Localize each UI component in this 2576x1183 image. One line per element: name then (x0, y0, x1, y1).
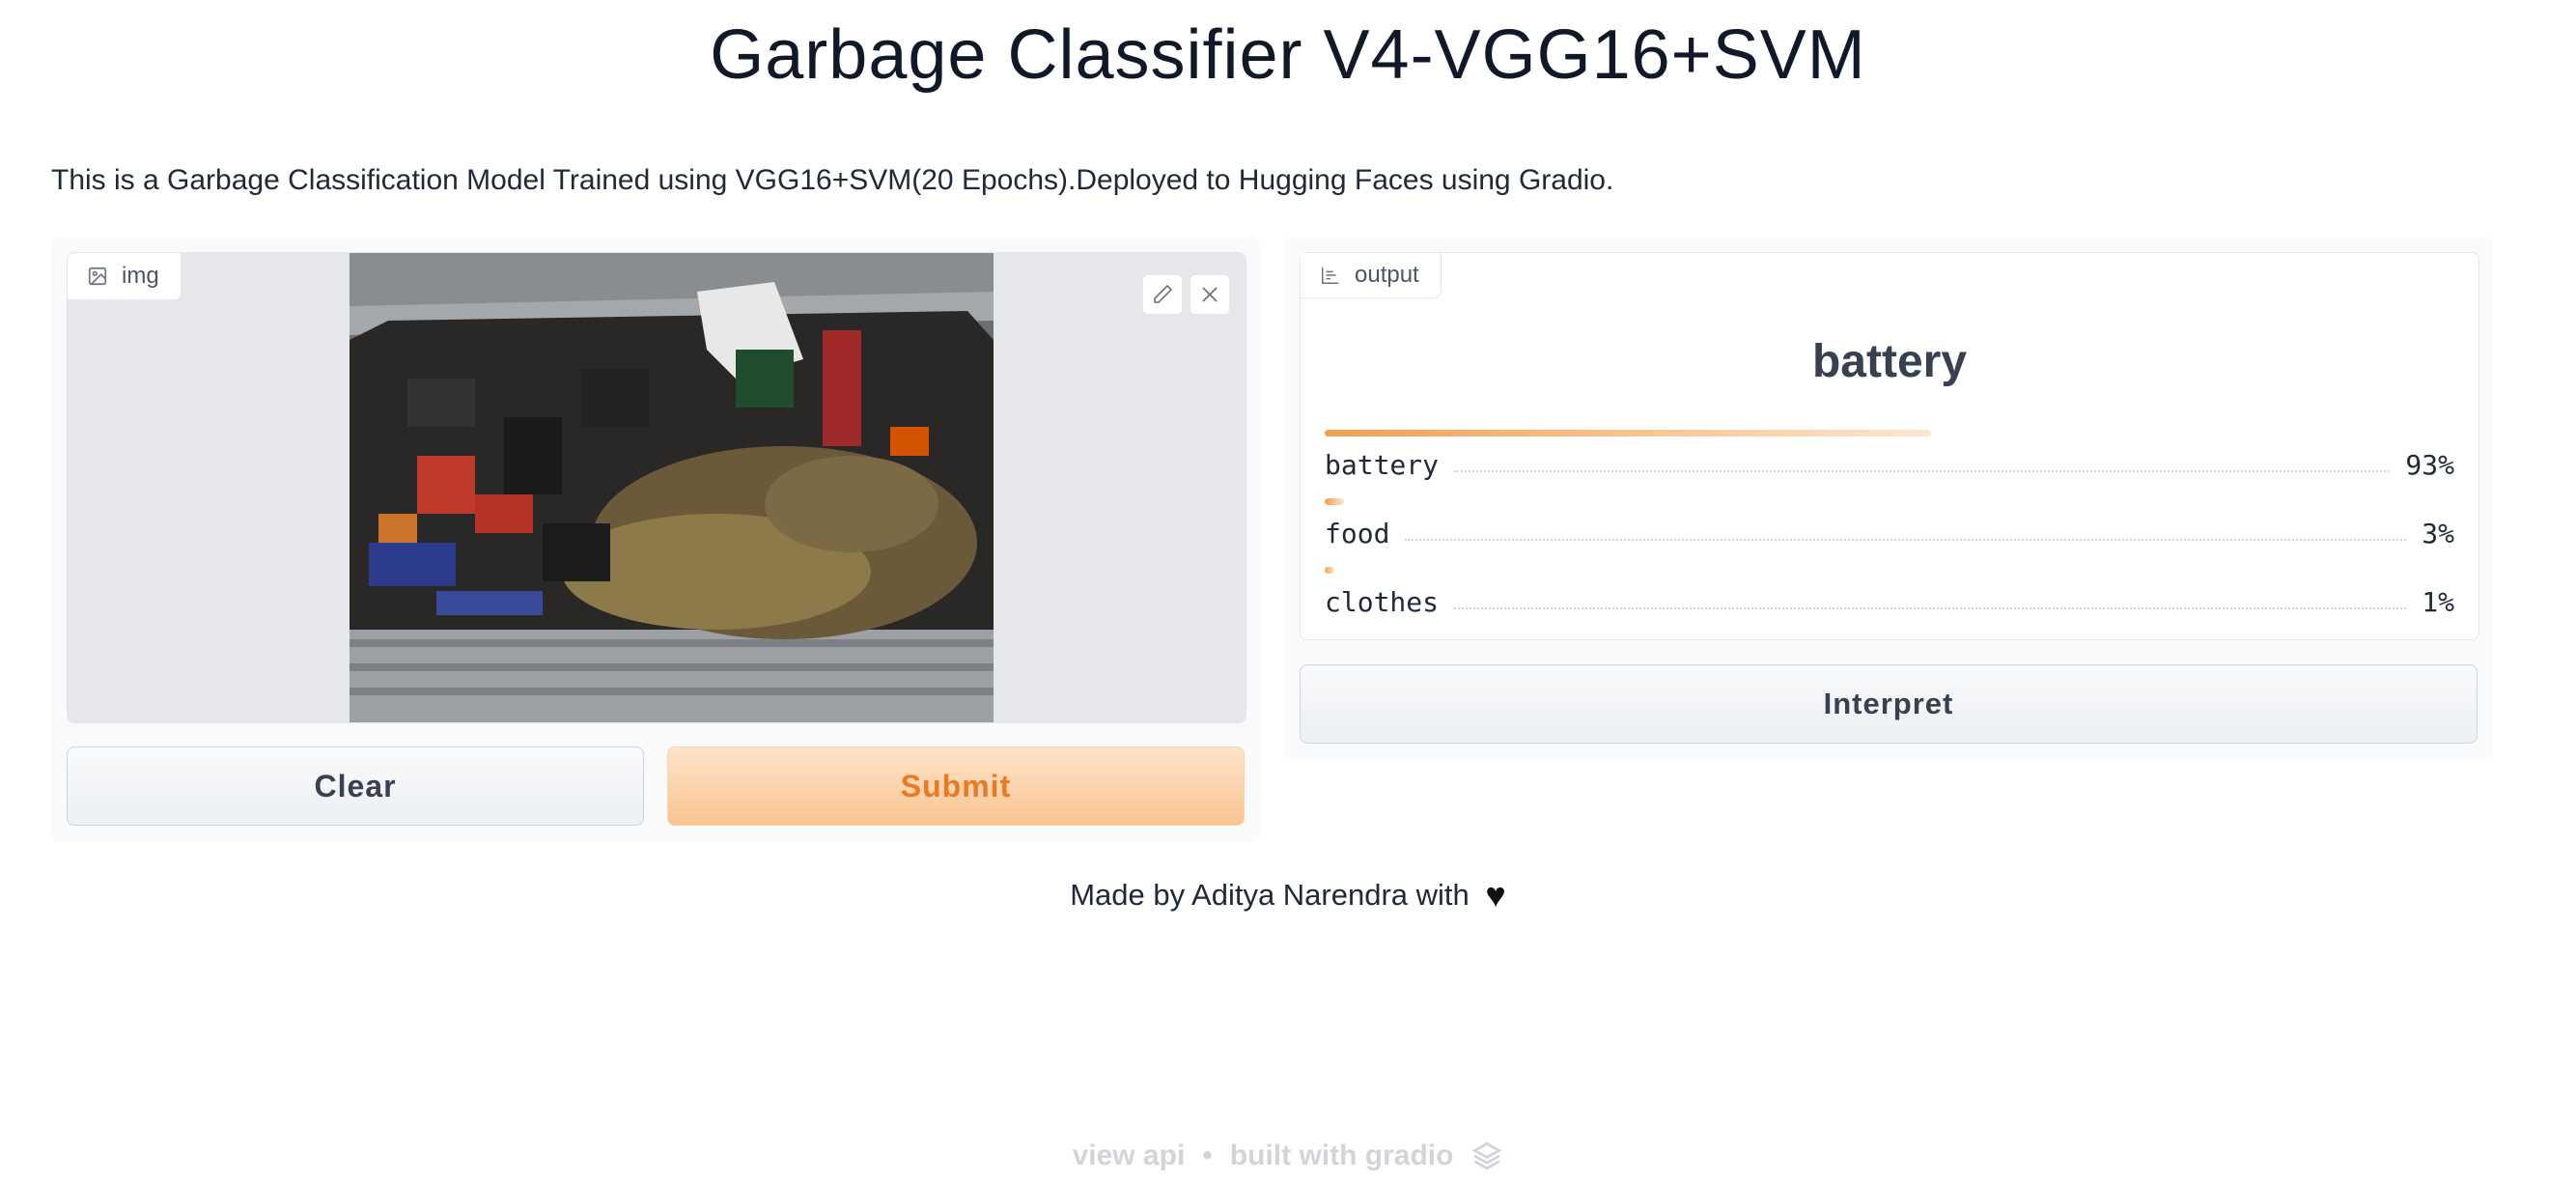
output-label-text: output (1355, 262, 1419, 288)
gradio-footer: view api • built with gradio (0, 1140, 2576, 1172)
output-label: output (1301, 253, 1442, 298)
interpret-button[interactable]: Interpret (1300, 664, 2478, 744)
clear-button[interactable]: Clear (67, 746, 644, 826)
confidence-value: 93% (2405, 448, 2454, 481)
confidence-label: battery (1325, 448, 1440, 481)
view-api-link[interactable]: view api (1073, 1140, 1186, 1172)
confidence-bar (1325, 430, 1931, 437)
image-input[interactable]: img (67, 252, 1246, 723)
pencil-icon (1154, 284, 1173, 303)
gradio-logo-icon (1471, 1141, 1503, 1170)
heart-icon: ♥ (1485, 875, 1506, 915)
edit-image-button[interactable] (1142, 274, 1183, 315)
made-by-text: Made by Aditya Narendra with ♥ (0, 875, 2576, 915)
uploaded-image (350, 253, 994, 722)
page-description: This is a Garbage Classification Model T… (51, 164, 1614, 196)
remove-image-button[interactable] (1190, 274, 1230, 315)
confidence-dots (1454, 470, 2391, 472)
chart-icon (1322, 267, 1339, 284)
input-label-text: img (122, 263, 159, 289)
made-by-label: Made by Aditya Narendra with (1070, 878, 1470, 912)
confidence-dots (1454, 607, 2407, 609)
image-icon (88, 267, 107, 286)
close-icon (1202, 287, 1218, 302)
confidence-value: 3% (2422, 517, 2454, 549)
built-with-gradio-link[interactable]: built with gradio (1230, 1140, 1454, 1172)
input-panel: img Clear Submit (51, 237, 1260, 842)
output-panel: output battery battery 93% food 3% cloth… (1284, 237, 2493, 760)
confidence-row: food 3% (1325, 498, 2454, 556)
confidence-label: clothes (1325, 585, 1440, 618)
submit-button[interactable]: Submit (667, 746, 1245, 826)
label-output: output battery battery 93% food 3% cloth… (1300, 252, 2479, 640)
confidence-label: food (1325, 517, 1390, 549)
page-title: Garbage Classifier V4-VGG16+SVM (710, 16, 1866, 94)
confidence-bar (1325, 498, 1345, 505)
confidence-row: clothes 1% (1325, 567, 2454, 625)
confidence-row: battery 93% (1325, 430, 2454, 488)
input-label: img (68, 253, 182, 300)
confidence-dots (1405, 539, 2407, 541)
predicted-label: battery (1811, 336, 1968, 387)
footer-separator: • (1202, 1140, 1213, 1171)
confidence-value: 1% (2422, 585, 2454, 618)
confidence-bar (1325, 567, 1334, 574)
